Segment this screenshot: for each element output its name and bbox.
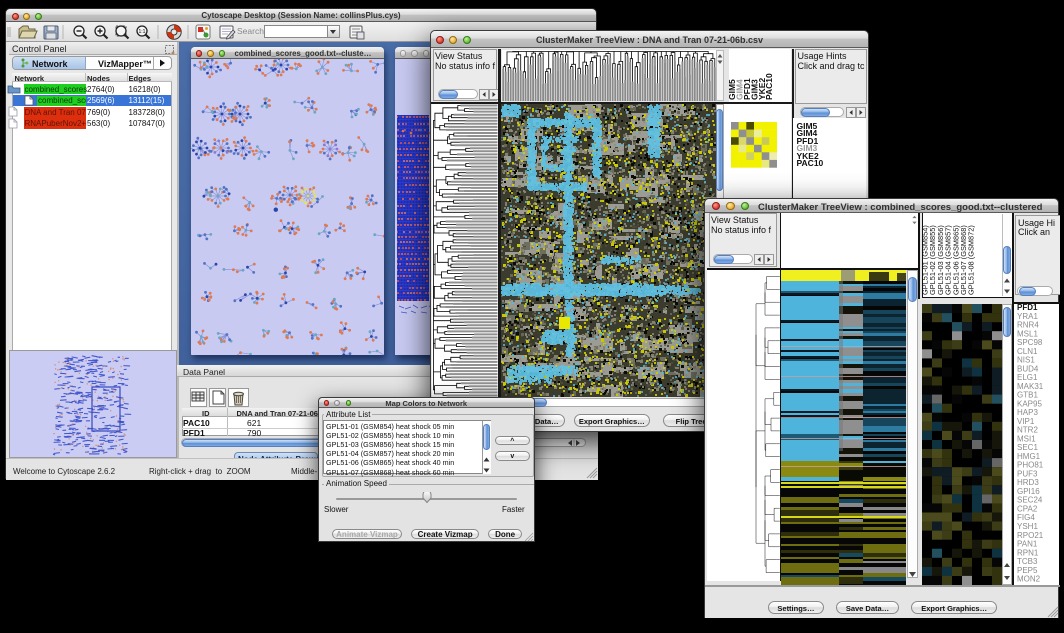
svg-text:PAC10: PAC10 — [764, 73, 774, 100]
svg-text:GPI16: GPI16 — [1017, 487, 1040, 496]
svg-text:CLN1: CLN1 — [1017, 346, 1038, 355]
svg-text:RNR4: RNR4 — [1017, 320, 1039, 329]
svg-text:CPA2: CPA2 — [1017, 504, 1038, 513]
svg-text:HMG1: HMG1 — [1017, 451, 1041, 460]
svg-text:GTB1: GTB1 — [1017, 390, 1038, 399]
svg-text:TCB3: TCB3 — [1017, 557, 1038, 566]
svg-text:PHO81: PHO81 — [1017, 460, 1044, 469]
svg-text:GPL51-08 (GSM872): GPL51-08 (GSM872) — [967, 225, 976, 295]
svg-text:MAK31: MAK31 — [1017, 381, 1044, 390]
svg-text:SEC1: SEC1 — [1017, 443, 1038, 452]
svg-text:VIP1: VIP1 — [1017, 416, 1035, 425]
svg-text:MSL1: MSL1 — [1017, 329, 1038, 338]
svg-text:BUD4: BUD4 — [1017, 364, 1039, 373]
svg-text:NTR2: NTR2 — [1017, 425, 1038, 434]
svg-text:MSI1: MSI1 — [1017, 434, 1036, 443]
svg-text:FIG4: FIG4 — [1017, 513, 1035, 522]
svg-text:YSH1: YSH1 — [1017, 522, 1038, 531]
svg-text:MON2: MON2 — [1017, 574, 1041, 583]
svg-text:PUF3: PUF3 — [1017, 469, 1038, 478]
svg-text:YRA1: YRA1 — [1017, 311, 1038, 320]
svg-text:PAN1: PAN1 — [1017, 539, 1038, 548]
svg-text:NIS1: NIS1 — [1017, 355, 1035, 364]
svg-text:PFD1: PFD1 — [1017, 303, 1038, 312]
svg-text:HAP3: HAP3 — [1017, 408, 1038, 417]
svg-text:SEC24: SEC24 — [1017, 495, 1043, 504]
svg-text:ELG1: ELG1 — [1017, 373, 1038, 382]
svg-text:PEP5: PEP5 — [1017, 565, 1038, 574]
svg-text:RPO21: RPO21 — [1017, 530, 1044, 539]
svg-text:RPN1: RPN1 — [1017, 548, 1039, 557]
svg-text:SPC98: SPC98 — [1017, 338, 1043, 347]
svg-text:KAP95: KAP95 — [1017, 399, 1042, 408]
svg-text:1:1: 1:1 — [139, 29, 146, 35]
svg-text:HRD3: HRD3 — [1017, 478, 1039, 487]
